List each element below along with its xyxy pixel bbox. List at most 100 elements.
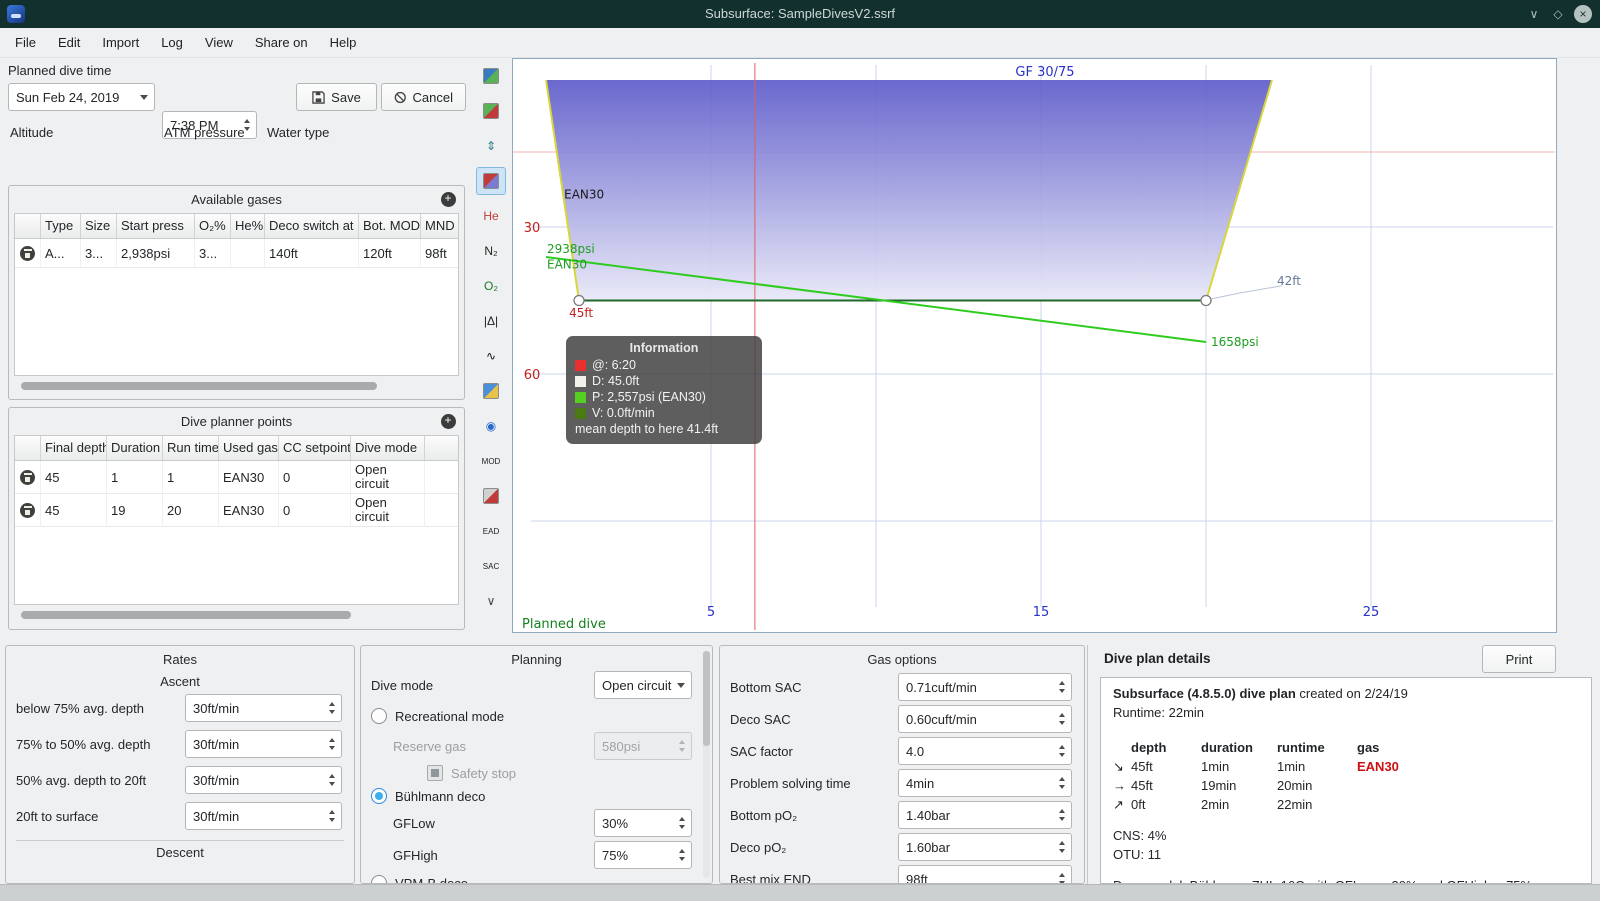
best-mix-end-spinner[interactable]: 98ft <box>898 865 1072 883</box>
mean-depth-line <box>1205 285 1282 301</box>
rate-75-50-spin[interactable]: 30ft/min <box>185 730 342 758</box>
menu-file[interactable]: File <box>4 30 47 55</box>
planned-dive-time-label: Planned dive time <box>8 63 112 78</box>
plan-table: depth duration runtime gas ↘ 45ft 1min 1… <box>1113 740 1399 812</box>
gfhigh-label: GFHigh <box>393 847 438 863</box>
delete-gas-icon[interactable] <box>20 245 35 261</box>
pn2-graph-icon[interactable]: N₂ <box>476 237 506 265</box>
dive-mode-select[interactable]: Open circuit <box>594 671 692 699</box>
available-gases-table: Type Size Start press O₂% He% Deco switc… <box>14 213 459 376</box>
planner-point-row[interactable]: 45 19 20 EAN30 0 Open circuit <box>15 494 458 527</box>
print-button[interactable]: Print <box>1482 645 1556 673</box>
rate-20ft-surface-spin[interactable]: 30ft/min <box>185 802 342 830</box>
available-gases-group: Available gases Type Size Start press O₂… <box>8 185 465 400</box>
buhlmann-radio[interactable] <box>371 788 387 804</box>
plan-heading: Subsurface (4.8.5.0) dive plan created o… <box>1113 686 1408 701</box>
chart-tooltip: Information @: 6:20 D: 45.0ft P: 2,557psi (… <box>566 336 762 444</box>
gflow-label: GFLow <box>393 815 435 831</box>
delete-point-icon[interactable] <box>20 502 35 518</box>
menu-import[interactable]: Import <box>91 30 150 55</box>
gf-label: GF 30/75 <box>1015 65 1074 80</box>
gflow-spinner[interactable]: 30% <box>594 809 692 837</box>
salinity-icon[interactable]: ◉ <box>476 412 506 440</box>
date-selector[interactable]: Sun Feb 24, 2019 <box>8 83 155 111</box>
planner-point-row[interactable]: 45 1 1 EAN30 0 Open circuit <box>15 461 458 494</box>
plan-runtime: Runtime: 22min <box>1113 705 1205 720</box>
altitude-label: Altitude <box>10 125 54 140</box>
sac-factor-label: SAC factor <box>730 743 793 759</box>
scroll-down-icon[interactable]: ∨ <box>476 587 506 615</box>
gas-options-title: Gas options <box>867 652 937 667</box>
ceiling-icon[interactable] <box>476 167 506 195</box>
menu-log[interactable]: Log <box>150 30 194 55</box>
profile-view-icon[interactable] <box>476 62 506 90</box>
atm-pressure-label: ATM pressure <box>164 125 245 140</box>
tooltip-row: D: 45.0ft <box>575 373 753 389</box>
bottom-sac-label: Bottom SAC <box>730 679 802 695</box>
tooltip-row: P: 2,557psi (EAN30) <box>575 389 753 405</box>
deco-sac-spinner[interactable]: 0.60cuft/min <box>898 705 1072 733</box>
x-tick-label: 15 <box>1033 605 1050 620</box>
ruler-icon[interactable]: ⇕ <box>476 132 506 160</box>
panel-divider <box>1087 645 1088 884</box>
photos-icon[interactable] <box>476 377 506 405</box>
ndl-icon[interactable] <box>476 482 506 510</box>
rate-50-20ft-spin[interactable]: 30ft/min <box>185 766 342 794</box>
ascent-section-label: Ascent <box>160 674 200 689</box>
phe-graph-icon[interactable]: He <box>476 202 506 230</box>
tissues-icon[interactable]: |Δ| <box>476 307 506 335</box>
chart-label: 45ft <box>569 306 593 320</box>
chart-footer-label: Planned dive <box>522 617 606 632</box>
add-gas-button[interactable] <box>441 191 456 207</box>
safety-stop-checkbox <box>427 765 443 781</box>
bottom-po2-spinner[interactable]: 1.40bar <box>898 801 1072 829</box>
gas-table-row[interactable]: A... 3... 2,938psi 3... 140ft 120ft 98ft <box>15 239 458 268</box>
planning-scrollbar[interactable] <box>703 651 710 878</box>
menu-share-on[interactable]: Share on <box>244 30 319 55</box>
vpmb-radio[interactable] <box>371 875 387 883</box>
bottom-sac-spinner[interactable]: 0.71cuft/min <box>898 673 1072 701</box>
sac-factor-spinner[interactable]: 4.0 <box>898 737 1072 765</box>
heartrate-icon[interactable]: ∿ <box>476 342 506 370</box>
sac-icon[interactable]: SAC <box>476 552 506 580</box>
cancel-button[interactable]: Cancel <box>381 83 466 111</box>
menu-view[interactable]: View <box>194 30 244 55</box>
plan-cns: CNS: 4% <box>1113 828 1167 843</box>
ead-icon[interactable]: EAD <box>476 517 506 545</box>
gases-horizontal-scrollbar[interactable] <box>21 382 377 390</box>
chart-label: EAN30 <box>547 258 587 272</box>
po2-partial-icon[interactable]: O₂ <box>476 272 506 300</box>
dive-point-handle[interactable] <box>1200 294 1212 307</box>
maximize-icon[interactable]: ◇ <box>1548 4 1568 24</box>
rate-below-75-spin[interactable]: 30ft/min <box>185 694 342 722</box>
dive-point-handle[interactable] <box>573 294 585 307</box>
tooltip-row: mean depth to here 41.4ft <box>575 422 719 436</box>
chart-label: 2938psi <box>547 242 595 256</box>
po2-graph-icon[interactable] <box>476 97 506 125</box>
close-icon[interactable]: × <box>1574 5 1592 23</box>
rate-50-20ft-label: 50% avg. depth to 20ft <box>16 772 147 788</box>
points-horizontal-scrollbar[interactable] <box>21 611 351 619</box>
reserve-gas-spinner: 580psi <box>594 732 692 760</box>
menu-edit[interactable]: Edit <box>47 30 91 55</box>
recreational-label: Recreational mode <box>395 708 505 724</box>
problem-time-spinner[interactable]: 4min <box>898 769 1072 797</box>
deco-po2-spinner[interactable]: 1.60bar <box>898 833 1072 861</box>
mod-icon[interactable]: MOD <box>476 447 506 475</box>
dive-profile-chart[interactable]: 5 15 25 30 60 EAN30 2938psi EAN30 45ft 1658psi 42f… <box>512 58 1557 633</box>
titlebar-menu-icon[interactable]: ∨ <box>1524 4 1544 24</box>
menu-help[interactable]: Help <box>319 30 368 55</box>
delete-point-icon[interactable] <box>20 469 35 485</box>
dive-plan-text: Subsurface (4.8.5.0) dive plan created o… <box>1100 677 1592 884</box>
save-button[interactable]: Save <box>296 83 377 111</box>
gfhigh-spinner[interactable]: 75% <box>594 841 692 869</box>
chart-label: 42ft <box>1277 274 1301 288</box>
add-point-button[interactable] <box>441 413 456 429</box>
recreational-radio[interactable] <box>371 708 387 724</box>
vpmb-label: VPM-B deco <box>395 875 468 884</box>
dive-mode-label: Dive mode <box>371 677 434 693</box>
buhlmann-label: Bühlmann deco <box>395 788 486 804</box>
segment-arrow: ↗ <box>1113 797 1124 812</box>
rates-divider <box>16 840 344 841</box>
horizontal-scrollbar[interactable] <box>0 884 1600 901</box>
